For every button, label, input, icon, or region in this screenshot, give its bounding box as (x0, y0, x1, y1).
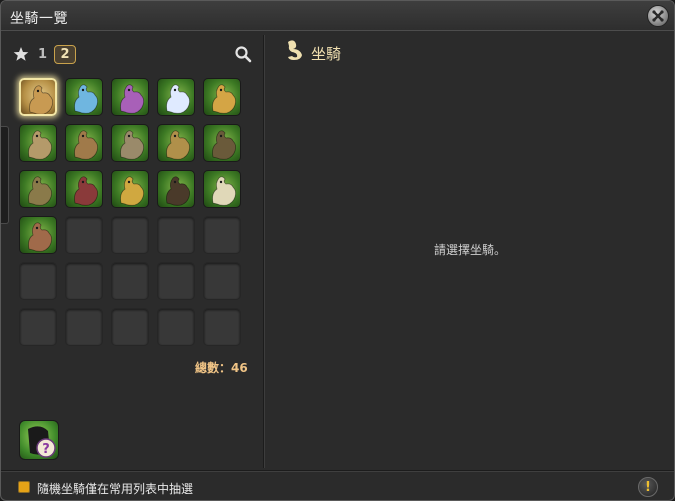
mount-portrait-icon (120, 84, 145, 114)
mount-portrait-icon (120, 176, 145, 206)
mount-slot[interactable] (19, 124, 57, 162)
footer-divider (1, 470, 674, 472)
mount-portrait-icon (28, 222, 53, 252)
mount-portrait-icon (166, 176, 191, 206)
page-tab-2[interactable]: 2 (54, 45, 76, 64)
empty-slot (111, 216, 149, 254)
mount-grid (19, 78, 241, 346)
mount-slot[interactable] (157, 124, 195, 162)
empty-slot (65, 262, 103, 300)
mount-slot[interactable] (19, 170, 57, 208)
mount-slot[interactable] (111, 78, 149, 116)
search-icon[interactable] (234, 45, 252, 63)
random-mount-button[interactable]: ? (19, 420, 59, 460)
mount-portrait-icon (120, 130, 145, 160)
empty-slot (157, 216, 195, 254)
mount-slot[interactable] (111, 170, 149, 208)
mount-slot[interactable] (65, 124, 103, 162)
mount-list-panel: 1 2 總數：46 ? (9, 35, 262, 468)
mount-slot[interactable] (157, 78, 195, 116)
empty-detail-message: 請選擇坐騎。 (434, 243, 507, 257)
empty-slot (111, 308, 149, 346)
mount-slot[interactable] (65, 78, 103, 116)
close-icon (652, 10, 664, 22)
mount-slot[interactable] (111, 124, 149, 162)
mount-slot[interactable] (203, 78, 241, 116)
empty-slot (19, 262, 57, 300)
mount-portrait-icon (212, 84, 237, 114)
mount-slot[interactable] (157, 170, 195, 208)
info-icon: ! (645, 479, 651, 495)
mount-icon (288, 40, 302, 60)
mount-portrait-icon (28, 176, 53, 206)
mount-portrait-icon (28, 130, 53, 160)
random-mount-icon: ? (28, 426, 56, 458)
side-collapse-handle[interactable] (1, 126, 9, 224)
mount-portrait-icon (212, 176, 237, 206)
empty-slot (157, 262, 195, 300)
mount-portrait-icon (212, 130, 237, 160)
mount-slot[interactable] (19, 216, 57, 254)
empty-slot (19, 308, 57, 346)
svg-text:?: ? (42, 442, 50, 457)
mount-portrait-icon (29, 85, 54, 114)
total-count: 總數：46 (195, 361, 248, 375)
empty-slot (65, 216, 103, 254)
detail-header: 坐騎 (311, 45, 342, 63)
mount-slot[interactable] (65, 170, 103, 208)
star-icon[interactable] (13, 46, 29, 62)
random-favorites-label: 隨機坐騎僅在常用列表中抽選 (37, 482, 194, 496)
empty-slot (65, 308, 103, 346)
mount-portrait-icon (166, 130, 191, 160)
empty-slot (111, 262, 149, 300)
mount-slot[interactable] (203, 124, 241, 162)
panel-divider (263, 35, 265, 468)
window-title: 坐騎一覽 (10, 11, 68, 27)
info-button[interactable]: ! (638, 477, 658, 497)
page-tab-1[interactable]: 1 (38, 47, 47, 62)
mount-portrait-icon (166, 84, 191, 114)
random-favorites-checkbox[interactable] (18, 481, 30, 493)
empty-slot (203, 216, 241, 254)
title-bar[interactable]: 坐騎一覽 (1, 1, 674, 31)
empty-slot (203, 308, 241, 346)
mount-slot[interactable] (203, 170, 241, 208)
empty-slot (157, 308, 195, 346)
mount-guide-window: 坐騎一覽 1 2 總數：46 ? 坐騎 請選擇坐騎。 隨機坐騎僅在常用列表中抽選… (0, 0, 675, 501)
close-button[interactable] (647, 5, 669, 27)
mount-portrait-icon (74, 176, 99, 206)
mount-slot[interactable] (19, 78, 57, 116)
mount-portrait-icon (74, 84, 99, 114)
empty-slot (203, 262, 241, 300)
mount-portrait-icon (74, 130, 99, 160)
